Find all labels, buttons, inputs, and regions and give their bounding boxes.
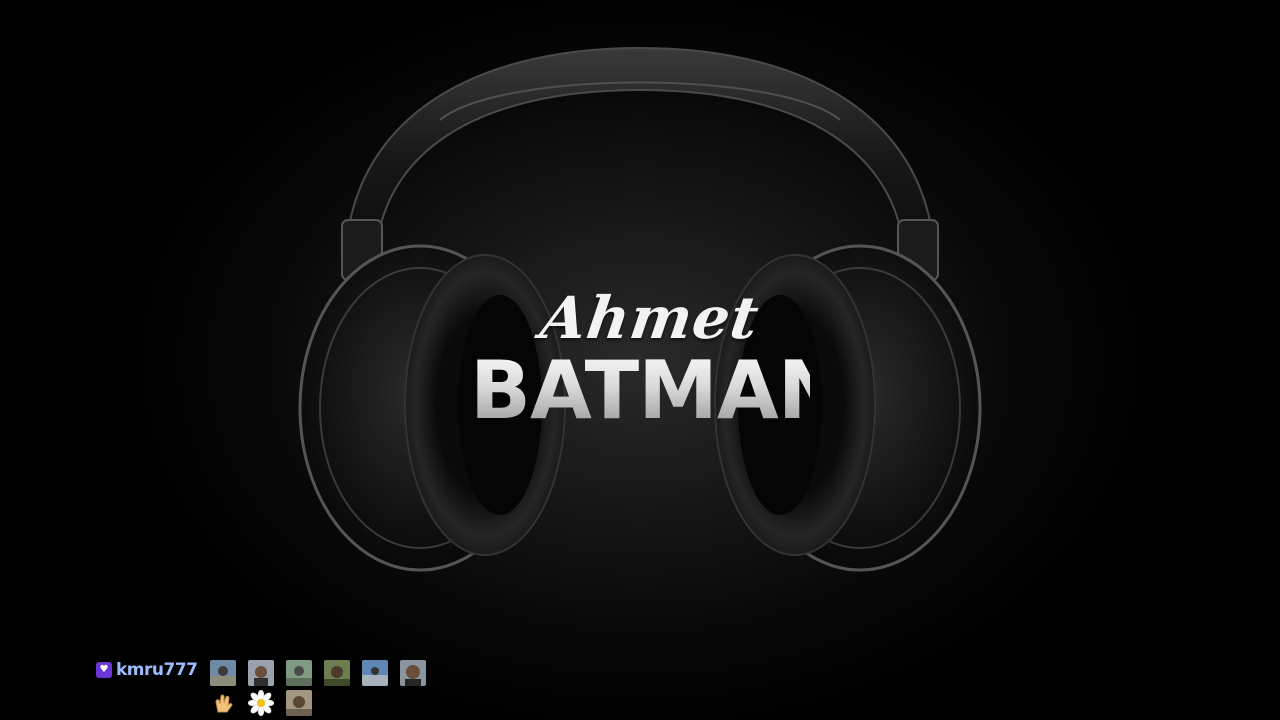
daisy-flower-emoji <box>248 690 274 716</box>
emote-icon <box>210 660 236 686</box>
waving-hand-emoji <box>210 690 236 716</box>
heart-badge-icon: ♥ <box>96 662 112 678</box>
chat-message: ♥ kmru777 <box>96 658 436 718</box>
emote-icon <box>324 660 350 686</box>
stream-view: Ahmet BATMAN ♥ kmru777 <box>0 0 1280 720</box>
logo-script-text: Ahmet <box>536 284 764 352</box>
logo-block-text: BATMAN <box>470 344 845 437</box>
emote-icon <box>248 660 274 686</box>
emote-icon <box>286 690 312 716</box>
headband <box>343 46 937 263</box>
emote-icon <box>286 660 312 686</box>
emote-icon <box>400 660 426 686</box>
emote-icon <box>362 660 388 686</box>
chat-username[interactable]: kmru777 <box>116 660 198 680</box>
